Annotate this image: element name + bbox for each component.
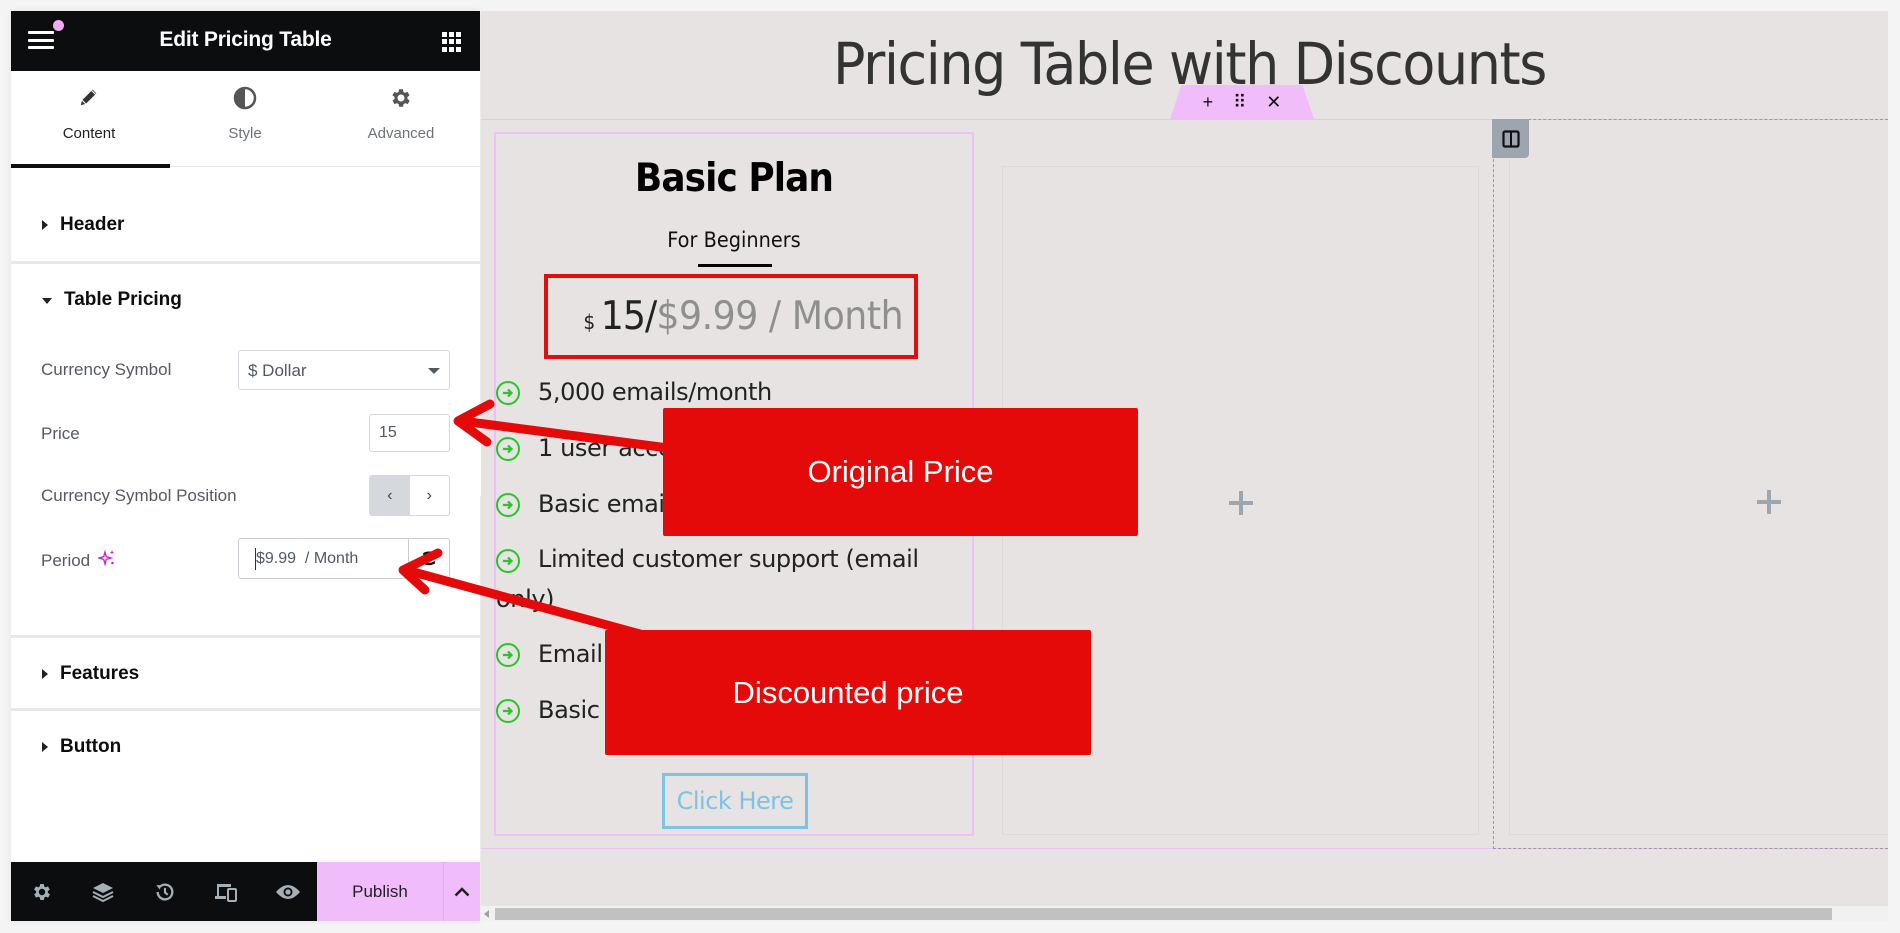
preview-eye-icon[interactable] <box>257 862 319 921</box>
price-period: $9.99 / Month <box>656 294 904 339</box>
caret-down-icon <box>42 298 52 304</box>
section-table-pricing-label: Table Pricing <box>64 289 182 310</box>
ai-sparkle-icon[interactable] <box>96 549 116 572</box>
responsive-mode-icon[interactable] <box>196 862 258 921</box>
period-input-value[interactable]: $9.99 / Month <box>239 539 409 578</box>
period-label: Period <box>41 550 91 570</box>
panel-title: Edit Pricing Table <box>159 28 332 51</box>
currency-symbol-select[interactable]: $ Dollar <box>238 350 450 390</box>
plan-title: Basic Plan <box>634 156 834 201</box>
section-table-pricing: Table Pricing Currency Symbol $ Dollar P… <box>11 264 480 638</box>
price-row: $15/$9.99 / Month <box>548 294 903 339</box>
subtitle-divider <box>698 264 772 267</box>
empty-column[interactable] <box>1509 130 1888 835</box>
price-label: Price <box>41 424 80 443</box>
widgets-grid-icon[interactable] <box>442 32 462 52</box>
tab-style[interactable]: Style <box>167 71 323 167</box>
callout-original-price: Original Price <box>663 408 1138 536</box>
arrow-circle-right-icon <box>496 643 520 667</box>
section-button: Button <box>11 711 480 781</box>
tab-advanced-label: Advanced <box>367 125 435 142</box>
price-highlight-box: $15/$9.99 / Month <box>544 274 918 359</box>
column-edit-handle-icon[interactable] <box>1492 119 1529 158</box>
click-here-button[interactable]: Click Here <box>662 773 808 829</box>
currency-symbol-label: Currency Symbol <box>41 360 172 379</box>
history-icon[interactable] <box>134 862 196 921</box>
add-widget-plus-icon[interactable] <box>1757 490 1781 514</box>
feature-item: 5,000 emails/month <box>496 371 972 413</box>
scroll-left-arrow-icon[interactable] <box>484 910 489 918</box>
dynamic-tags-database-icon[interactable] <box>409 539 449 578</box>
section-features: Features <box>11 638 480 711</box>
section-table-pricing-toggle[interactable]: Table Pricing <box>42 288 182 312</box>
pencil-icon <box>11 86 167 110</box>
position-after-button[interactable]: › <box>410 476 450 515</box>
page-heading: Pricing Table with Discounts <box>832 30 1547 98</box>
feature-item: Limited customer support (email only) <box>496 545 919 613</box>
period-input[interactable]: $9.99 / Month <box>238 538 450 579</box>
editor-panel: Edit Pricing Table Content Style Advance… <box>11 11 480 921</box>
panel-header: Edit Pricing Table <box>11 11 480 71</box>
control-currency-position: Currency Symbol Position ‹ › <box>11 475 480 516</box>
scrollbar-thumb[interactable] <box>495 908 1832 920</box>
add-section-icon[interactable]: + <box>1203 93 1214 111</box>
position-before-button[interactable]: ‹ <box>370 476 410 515</box>
section-header-label: Header <box>60 214 125 235</box>
section-features-label: Features <box>60 663 140 684</box>
publish-options-chevron-up-icon[interactable] <box>444 862 480 921</box>
delete-section-icon[interactable]: ✕ <box>1266 93 1281 111</box>
tab-style-label: Style <box>228 125 262 142</box>
tab-content-label: Content <box>62 125 116 142</box>
currency-position-label: Currency Symbol Position <box>41 486 237 505</box>
panel-tabs: Content Style Advanced <box>11 71 480 168</box>
arrow-circle-right-icon <box>496 493 520 517</box>
add-widget-plus-icon[interactable] <box>1229 491 1253 515</box>
tab-advanced[interactable]: Advanced <box>323 71 479 167</box>
currency-symbol: $ <box>583 310 596 334</box>
arrow-circle-right-icon <box>496 437 520 461</box>
price-amount: 15/ <box>600 294 658 339</box>
callout-discounted-price: Discounted price <box>605 630 1091 755</box>
panel-footer: Publish <box>11 862 480 921</box>
section-button-toggle[interactable]: Button <box>42 735 121 759</box>
period-label-wrap: Period <box>41 549 116 572</box>
arrow-circle-right-icon <box>496 381 520 405</box>
publish-button[interactable]: Publish <box>317 862 444 921</box>
section-features-toggle[interactable]: Features <box>42 662 139 686</box>
section-header: Header <box>11 168 480 264</box>
gear-icon <box>323 86 479 110</box>
currency-position-toggle: ‹ › <box>369 475 450 516</box>
control-price: Price 15 <box>11 414 480 454</box>
caret-right-icon <box>42 220 48 230</box>
layers-icon[interactable] <box>73 862 135 921</box>
tab-content[interactable]: Content <box>11 71 170 168</box>
section-button-label: Button <box>60 736 122 757</box>
currency-symbol-value: $ Dollar <box>248 361 307 380</box>
control-period: Period $9.99 / Month <box>11 538 480 579</box>
caret-right-icon <box>42 742 48 752</box>
half-circle-icon <box>167 86 323 110</box>
caret-right-icon <box>42 669 48 679</box>
section-header-toggle[interactable]: Header <box>42 213 124 237</box>
drag-handle-icon[interactable]: ⠿ <box>1233 93 1246 111</box>
chevron-down-icon <box>428 368 440 374</box>
plan-subtitle: For Beginners <box>667 228 801 252</box>
control-currency-symbol: Currency Symbol $ Dollar <box>11 350 480 390</box>
price-input[interactable]: 15 <box>369 414 450 452</box>
arrow-circle-right-icon <box>496 549 520 573</box>
settings-gear-icon[interactable] <box>11 862 73 921</box>
section-toolbar: + ⠿ ✕ <box>1170 85 1314 119</box>
horizontal-scrollbar[interactable] <box>481 906 1888 921</box>
arrow-circle-right-icon <box>496 699 520 723</box>
